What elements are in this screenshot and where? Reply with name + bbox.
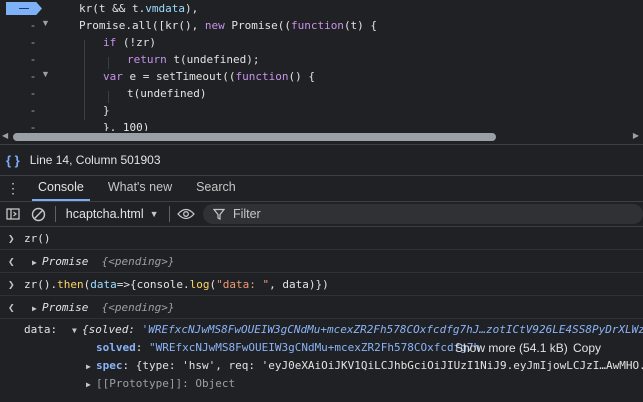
line-dash: -	[31, 103, 35, 117]
input-prompt-icon: ❯	[8, 278, 15, 291]
console-toolbar: hcaptcha.html ▼ Filter	[0, 202, 643, 227]
console-expression: zr()	[24, 232, 51, 245]
line-dash: -	[31, 52, 35, 66]
object-summary[interactable]: ▼ {solved: 'WREfxcNJwMS8FwOUEIW3gCNdMu+mc…	[72, 323, 643, 336]
drawer-menu-icon[interactable]: ⋮	[0, 180, 26, 197]
clear-console-icon[interactable]	[25, 202, 50, 226]
console-result-row[interactable]: ❮ ▶ Promise {<pending>}	[0, 296, 643, 319]
result-arrow-icon: ❮	[8, 301, 15, 314]
gutter-line[interactable]: - ▼	[0, 17, 56, 34]
promise-result[interactable]: ▶ Promise {<pending>}	[32, 301, 174, 314]
input-prompt-icon: ❯	[8, 232, 15, 245]
breakpoint-marker[interactable]: —	[6, 2, 42, 15]
property-spec[interactable]: ▶ spec: {type: 'hsw', req: 'eyJ0eXAiOiJKV…	[86, 359, 643, 372]
result-arrow-icon: ❮	[8, 255, 15, 268]
fold-arrow-icon[interactable]: ▼	[41, 69, 50, 79]
property-solved[interactable]: solved: "WREfxcNJwMS8FwOUEIW3gCNdMu+mcex…	[96, 341, 480, 354]
console-input-row[interactable]: ❯ zr()	[0, 227, 643, 250]
gutter-line[interactable]: -	[0, 102, 56, 119]
pretty-print-icon[interactable]: { }	[6, 153, 20, 168]
expand-triangle-icon[interactable]: ▶	[86, 362, 96, 371]
code-line: }	[103, 104, 110, 117]
drawer-tabbar: ⋮ Console What's new Search	[0, 175, 643, 202]
code-line: t(undefined)	[127, 87, 207, 100]
code-line: Promise.all([kr(), new Promise((function…	[79, 19, 378, 32]
filter-input[interactable]: Filter	[202, 204, 643, 224]
sidebar-toggle-icon[interactable]	[0, 202, 25, 226]
promise-result[interactable]: ▶ Promise {<pending>}	[32, 255, 174, 268]
line-dash: -	[31, 69, 35, 83]
code-line: var e = setTimeout((function() {	[103, 70, 315, 83]
tab-console[interactable]: Console	[26, 175, 96, 201]
scroll-right-icon[interactable]: ▶	[633, 131, 639, 140]
expand-triangle-icon[interactable]: ▶	[32, 258, 42, 267]
line-dash: -	[31, 18, 35, 32]
cursor-position: Line 14, Column 501903	[29, 153, 161, 167]
context-selector[interactable]: hcaptcha.html ▼	[60, 207, 165, 221]
collapse-triangle-icon[interactable]: ▼	[72, 326, 82, 335]
editor-gutter[interactable]: — - ▼ - - - ▼ - - -	[0, 0, 56, 131]
show-more-button[interactable]: Show more (54.1 kB)	[455, 341, 568, 355]
fold-arrow-icon[interactable]: ▼	[41, 18, 50, 28]
expand-triangle-icon[interactable]: ▶	[32, 304, 42, 313]
line-dash: -	[31, 86, 35, 100]
filter-icon	[212, 208, 225, 220]
gutter-line[interactable]: -	[0, 51, 56, 68]
console-log-entry[interactable]: data: ▼ {solved: 'WREfxcNJwMS8FwOUEIW3gCN…	[0, 319, 643, 402]
code-line: if (!zr)	[103, 36, 156, 49]
context-label: hcaptcha.html	[65, 207, 144, 221]
code-line: return t(undefined);	[127, 53, 260, 66]
gutter-line[interactable]: - ▼	[0, 68, 56, 85]
live-expression-eye-icon[interactable]	[174, 202, 199, 226]
chevron-down-icon: ▼	[149, 209, 159, 219]
breakpoint-glyph: —	[19, 3, 29, 14]
code-line: kr(t && t.vmdata),	[79, 2, 199, 15]
line-dash: -	[31, 120, 35, 131]
scroll-left-icon[interactable]: ◀	[2, 131, 8, 140]
expand-triangle-icon[interactable]: ▶	[86, 380, 96, 389]
console-log[interactable]: ❯ zr() ❮ ▶ Promise {<pending>} ❯ zr().the…	[0, 227, 643, 402]
console-expression: zr().then(data=>{console.log("data: ", d…	[24, 278, 329, 291]
scrollbar-thumb[interactable]	[13, 133, 496, 141]
code-line: }, 100)	[103, 121, 150, 131]
toolbar-divider	[54, 206, 56, 222]
gutter-line[interactable]: -	[0, 34, 56, 51]
console-input-row[interactable]: ❯ zr().then(data=>{console.log("data: ",…	[0, 273, 643, 296]
tab-whats-new[interactable]: What's new	[96, 175, 184, 201]
indent-guide	[84, 40, 85, 120]
code-editor[interactable]: — - ▼ - - - ▼ - - - kr(t && t.vmdata), Pro…	[0, 0, 643, 131]
gutter-line[interactable]: -	[0, 85, 56, 102]
filter-placeholder: Filter	[232, 207, 261, 221]
gutter-line[interactable]: -	[0, 119, 56, 131]
property-prototype[interactable]: ▶ [[Prototype]]: Object	[86, 377, 235, 390]
tab-search[interactable]: Search	[184, 175, 248, 201]
toolbar-divider	[168, 206, 170, 222]
horizontal-scrollbar[interactable]: ◀ ▶	[0, 131, 643, 143]
editor-status-bar: { } Line 14, Column 501903	[0, 144, 643, 176]
log-prefix: data:	[24, 323, 58, 336]
line-dash: -	[31, 35, 35, 49]
console-result-row[interactable]: ❮ ▶ Promise {<pending>}	[0, 250, 643, 273]
gutter-line[interactable]: —	[0, 0, 56, 17]
copy-button[interactable]: Copy	[573, 341, 601, 355]
